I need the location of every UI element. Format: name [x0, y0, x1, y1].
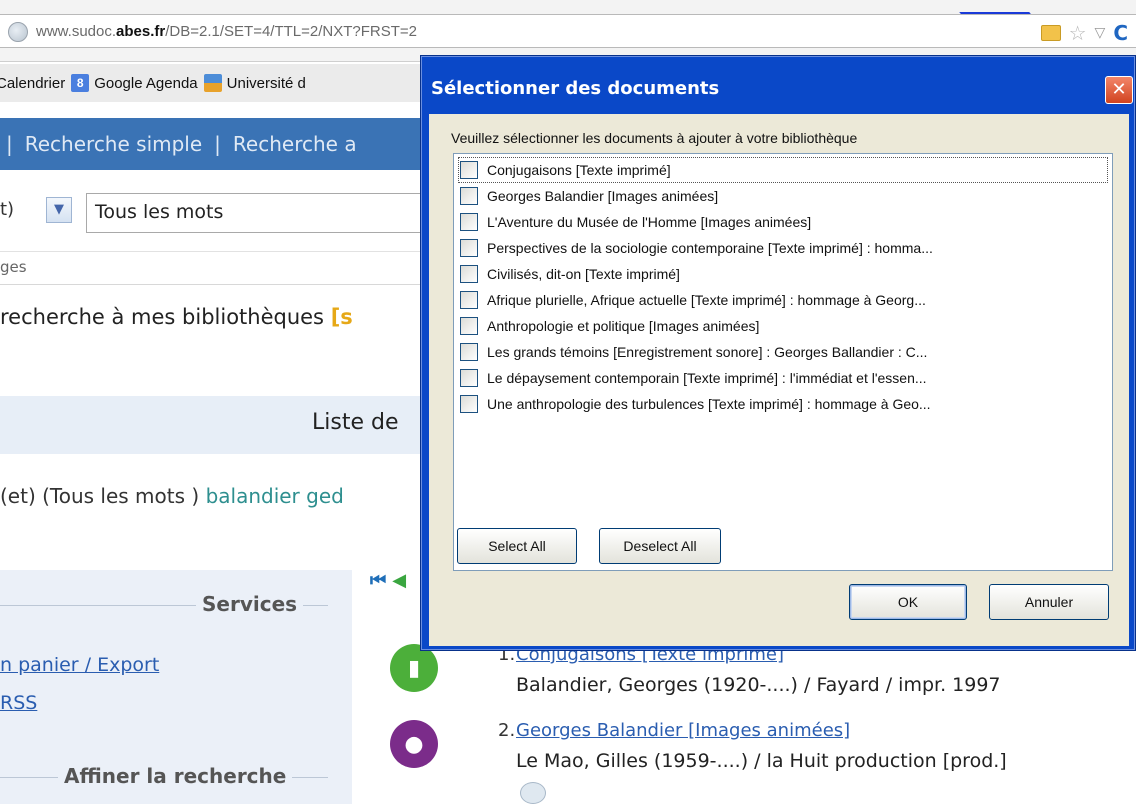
audio-icon [520, 782, 546, 804]
nav-recherche-simple[interactable]: Recherche simple [25, 132, 202, 156]
bookmark-calendrier[interactable]: Calendrier [0, 75, 65, 92]
bookmark-google-agenda[interactable]: 8 Google Agenda [71, 74, 198, 92]
list-item[interactable]: Les grands témoins [Enregistrement sonor… [458, 339, 1108, 365]
checkbox[interactable] [460, 291, 478, 309]
close-icon[interactable]: ✕ [1105, 76, 1133, 104]
results-title: Liste de [312, 410, 399, 435]
result-meta: Balandier, Georges (1920-....) / Fayard … [516, 674, 1001, 696]
result-title-link[interactable]: Georges Balandier [Images animées] [516, 720, 850, 741]
list-item[interactable]: Le dépaysement contemporain [Texte impri… [458, 365, 1108, 391]
deselect-all-button[interactable]: Deselect All [599, 528, 721, 564]
refine-title: Affiner la recherche [58, 764, 293, 788]
result-item: ▮ 1. Conjugaisons [Texte imprimé] Baland… [390, 644, 1136, 714]
list-item[interactable]: L'Aventure du Musée de l'Homme [Images a… [458, 209, 1108, 235]
operator-select-value[interactable]: t) [0, 199, 14, 220]
chevron-down-icon[interactable]: ▼ [46, 197, 72, 223]
nav-recherche-avancee[interactable]: Recherche a [233, 132, 357, 156]
list-item[interactable]: Georges Balandier [Images animées] [458, 183, 1108, 209]
document-list[interactable]: Conjugaisons [Texte imprimé] Georges Bal… [453, 153, 1113, 571]
list-item[interactable]: Perspectives de la sociologie contempora… [458, 235, 1108, 261]
ok-button[interactable]: OK [849, 584, 967, 620]
rss-link[interactable]: RSS [0, 692, 37, 714]
video-icon: ● [390, 720, 438, 768]
bookmark-label: Université d [226, 74, 306, 92]
bookmark-label: Google Agenda [94, 74, 198, 92]
reload-icon[interactable]: C [1113, 21, 1128, 45]
checkbox[interactable] [460, 395, 478, 413]
university-icon [203, 74, 222, 92]
list-item[interactable]: Anthropologie et politique [Images animé… [458, 313, 1108, 339]
basket-export-link[interactable]: n panier / Export [0, 654, 159, 676]
bookmark-label: Calendrier [0, 74, 66, 92]
bookmark-universite[interactable]: Université d [203, 74, 306, 92]
select-documents-dialog: Sélectionner des documents ✕ Veuillez sé… [420, 55, 1136, 651]
google-icon: 8 [71, 74, 90, 92]
browser-toolbar: www.sudoc.abes.fr/DB=2.1/SET=4/TTL=2/NXT… [0, 0, 1136, 62]
add-link[interactable]: [s [331, 305, 353, 329]
checkbox[interactable] [460, 317, 478, 335]
list-item[interactable]: Une anthropologie des turbulences [Texte… [458, 391, 1108, 417]
result-number: 2. [498, 720, 516, 741]
list-item[interactable]: Conjugaisons [Texte imprimé] [458, 157, 1108, 183]
globe-icon [8, 22, 28, 42]
book-icon: ▮ [390, 644, 438, 692]
checkbox[interactable] [460, 343, 478, 361]
annotation-arrow [949, 0, 1031, 14]
add-to-library-text: recherche à mes bibliothèques [s [0, 305, 353, 329]
dialog-prompt: Veuillez sélectionner les documents à aj… [451, 130, 858, 146]
nav-separator: | [6, 132, 13, 156]
checkbox[interactable] [460, 239, 478, 257]
folder-icon[interactable] [1040, 25, 1061, 41]
prev-page-icon[interactable]: ◀ [392, 570, 406, 591]
select-all-button[interactable]: Select All [457, 528, 577, 564]
result-item: ● 2. Georges Balandier [Images animées] … [390, 720, 1136, 790]
checkbox[interactable] [460, 213, 478, 231]
nav-separator: | [214, 132, 221, 156]
sidebar: Services n panier / Export RSS Affiner l… [0, 570, 352, 804]
cancel-button[interactable]: Annuler [989, 584, 1109, 620]
pager: ⏮ ◀ [370, 570, 406, 591]
result-meta: Le Mao, Gilles (1959-....) / la Huit pro… [516, 750, 1007, 772]
dialog-title: Sélectionner des documents [431, 78, 720, 99]
first-page-icon[interactable]: ⏮ [370, 570, 386, 591]
query-summary: (et) (Tous les mots ) balandier ged [0, 484, 344, 508]
checkbox[interactable] [460, 369, 478, 387]
url-text[interactable]: www.sudoc.abes.fr/DB=2.1/SET=4/TTL=2/NXT… [36, 23, 417, 40]
star-icon[interactable]: ☆ [1069, 23, 1087, 43]
address-bar-icons: ☆ ▽ C [1040, 21, 1128, 45]
list-item[interactable]: Afrique plurielle, Afrique actuelle [Tex… [458, 287, 1108, 313]
checkbox[interactable] [460, 265, 478, 283]
chevron-down-icon[interactable]: ▽ [1095, 25, 1106, 41]
list-item[interactable]: Civilisés, dit-on [Texte imprimé] [458, 261, 1108, 287]
services-title: Services [196, 592, 304, 616]
checkbox[interactable] [460, 161, 478, 179]
address-bar[interactable]: www.sudoc.abes.fr/DB=2.1/SET=4/TTL=2/NXT… [0, 14, 1136, 48]
checkbox[interactable] [460, 187, 478, 205]
